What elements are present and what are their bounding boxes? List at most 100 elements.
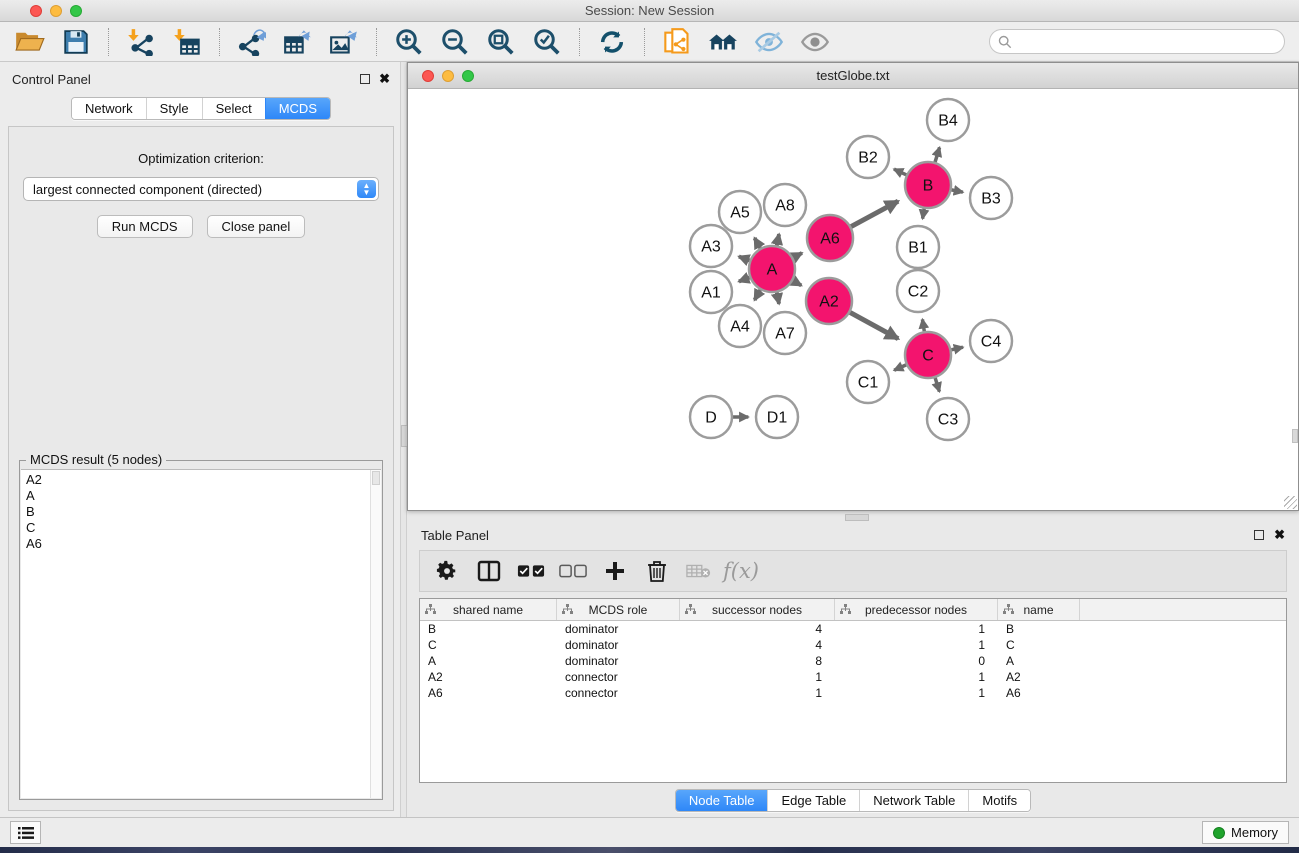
graph-node-A7[interactable]: A7	[764, 312, 806, 354]
import-network-button[interactable]	[121, 25, 161, 59]
edge-A-A8[interactable]	[777, 234, 779, 245]
graph-node-A5[interactable]: A5	[719, 191, 761, 233]
edge-C-C1[interactable]	[894, 365, 906, 370]
edge-C-C2[interactable]	[922, 319, 924, 331]
column-header-MCDS-role[interactable]: MCDS role	[557, 599, 680, 620]
close-panel-icon[interactable]: ✖	[379, 74, 390, 84]
result-list-item[interactable]: A6	[26, 536, 370, 552]
edge-A-A6[interactable]	[793, 253, 802, 258]
graph-node-B1[interactable]: B1	[897, 226, 939, 268]
hide-selected-button[interactable]	[749, 25, 789, 59]
export-table-button[interactable]	[278, 25, 318, 59]
edge-A-A5[interactable]	[755, 238, 761, 248]
close-window-button[interactable]	[30, 5, 42, 17]
search-box[interactable]	[989, 29, 1285, 54]
column-header-shared-name[interactable]: shared name	[420, 599, 557, 620]
table-cell[interactable]: dominator	[557, 638, 680, 652]
export-network-button[interactable]	[232, 25, 272, 59]
table-cell[interactable]: dominator	[557, 654, 680, 668]
result-list-item[interactable]: B	[26, 504, 370, 520]
table-cell[interactable]: 1	[835, 638, 998, 652]
table-cell[interactable]: A2	[420, 670, 557, 684]
close-table-panel-icon[interactable]: ✖	[1274, 530, 1285, 540]
run-mcds-button[interactable]: Run MCDS	[97, 215, 193, 238]
table-cell[interactable]: 0	[835, 654, 998, 668]
table-row[interactable]: Bdominator41B	[420, 621, 1286, 637]
tab-select[interactable]: Select	[202, 98, 265, 119]
graph-node-C[interactable]: C	[905, 332, 951, 378]
app-titlebar[interactable]: Session: New Session	[0, 0, 1299, 22]
delete-table-button[interactable]	[682, 555, 716, 587]
tab-mcds[interactable]: MCDS	[265, 98, 330, 119]
table-settings-button[interactable]	[430, 555, 464, 587]
network-scrollbar-thumb[interactable]	[1292, 429, 1298, 443]
table-cell[interactable]: 8	[680, 654, 835, 668]
graph-node-C2[interactable]: C2	[897, 270, 939, 312]
result-list-item[interactable]: A	[26, 488, 370, 504]
table-cell[interactable]: A	[998, 654, 1080, 668]
table-splitter-handle[interactable]	[845, 514, 869, 521]
table-row[interactable]: Cdominator41C	[420, 637, 1286, 653]
table-cell[interactable]: 4	[680, 638, 835, 652]
result-list-item[interactable]: A2	[26, 472, 370, 488]
edge-A-A1[interactable]	[739, 277, 750, 281]
minimize-window-button[interactable]	[50, 5, 62, 17]
graph-node-B[interactable]: B	[905, 162, 951, 208]
memory-button[interactable]: Memory	[1202, 821, 1289, 844]
graph-node-C1[interactable]: C1	[847, 361, 889, 403]
optimization-criterion-dropdown[interactable]: largest connected component (directed) ▲…	[23, 177, 379, 201]
new-network-from-selection-button[interactable]	[657, 25, 697, 59]
graph-node-B4[interactable]: B4	[927, 99, 969, 141]
network-zoom-button[interactable]	[462, 70, 474, 82]
table-cell[interactable]: dominator	[557, 622, 680, 636]
table-cell[interactable]: B	[998, 622, 1080, 636]
edge-B-B1[interactable]	[923, 209, 925, 219]
graph-node-A[interactable]: A	[749, 246, 795, 292]
column-header-name[interactable]: name	[998, 599, 1080, 620]
table-cell[interactable]: 1	[835, 670, 998, 684]
panel-splitter[interactable]	[400, 62, 407, 817]
table-cell[interactable]: A6	[420, 686, 557, 700]
table-cell[interactable]: 1	[835, 686, 998, 700]
network-minimize-button[interactable]	[442, 70, 454, 82]
tab-network[interactable]: Network	[72, 98, 146, 119]
zoom-out-button[interactable]	[435, 25, 475, 59]
edge-A-A4[interactable]	[755, 290, 761, 300]
float-table-panel-icon[interactable]	[1254, 530, 1264, 540]
export-image-button[interactable]	[324, 25, 364, 59]
table-row[interactable]: A6connector11A6	[420, 685, 1286, 701]
select-all-columns-button[interactable]	[514, 555, 548, 587]
create-column-button[interactable]	[598, 555, 632, 587]
graph-node-B2[interactable]: B2	[847, 136, 889, 178]
edge-B-B2[interactable]	[894, 169, 906, 175]
graph-node-A2[interactable]: A2	[806, 278, 852, 324]
graph-node-A4[interactable]: A4	[719, 305, 761, 347]
edge-A-A3[interactable]	[739, 257, 750, 261]
table-cell[interactable]: A6	[998, 686, 1080, 700]
table-cell[interactable]: 1	[680, 686, 835, 700]
column-header-predecessor-nodes[interactable]: predecessor nodes	[835, 599, 998, 620]
table-row[interactable]: Adominator80A	[420, 653, 1286, 669]
unselect-all-columns-button[interactable]	[556, 555, 590, 587]
function-builder-button[interactable]: f(x)	[724, 555, 758, 587]
network-window-titlebar[interactable]: testGlobe.txt	[408, 63, 1298, 89]
resize-grip-icon[interactable]	[1284, 496, 1297, 509]
tab-network-table[interactable]: Network Table	[859, 790, 968, 811]
show-column-browser-button[interactable]	[472, 555, 506, 587]
graph-node-B3[interactable]: B3	[970, 177, 1012, 219]
graph-node-C4[interactable]: C4	[970, 320, 1012, 362]
graph-node-C3[interactable]: C3	[927, 398, 969, 440]
result-list-scrollbar[interactable]	[370, 470, 381, 798]
table-row[interactable]: A2connector11A2	[420, 669, 1286, 685]
edge-A-A7[interactable]	[777, 293, 779, 304]
refresh-layout-button[interactable]	[592, 25, 632, 59]
result-list-item[interactable]: C	[26, 520, 370, 536]
table-cell[interactable]: A2	[998, 670, 1080, 684]
column-header-successor-nodes[interactable]: successor nodes	[680, 599, 835, 620]
graph-node-A3[interactable]: A3	[690, 225, 732, 267]
graph-node-D[interactable]: D	[690, 396, 732, 438]
table-cell[interactable]: C	[420, 638, 557, 652]
table-cell[interactable]: 4	[680, 622, 835, 636]
edge-B-B3[interactable]	[952, 190, 963, 192]
network-canvas[interactable]: B4B2BB3A8A5A6B1A3AC2A1A2A4A7C4CC1C3DD1	[408, 89, 1298, 510]
